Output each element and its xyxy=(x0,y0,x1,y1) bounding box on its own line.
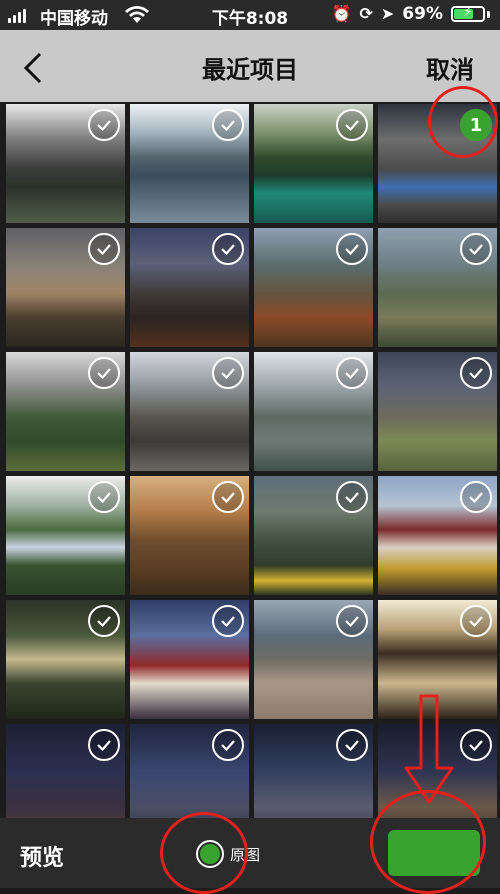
select-checkbox[interactable] xyxy=(336,481,368,513)
photo-tile[interactable] xyxy=(254,104,373,223)
photo-tile[interactable]: 1 xyxy=(378,104,497,223)
select-checkbox[interactable] xyxy=(212,481,244,513)
checkmark-icon xyxy=(221,244,235,256)
select-checkbox[interactable] xyxy=(88,357,120,389)
location-icon: ➤ xyxy=(380,4,395,23)
original-image-toggle[interactable]: 原图 xyxy=(196,840,260,868)
photo-tile[interactable] xyxy=(254,600,373,719)
checkmark-icon xyxy=(345,368,359,380)
checkmark-icon xyxy=(469,368,483,380)
photo-tile[interactable] xyxy=(254,228,373,347)
select-checkbox[interactable] xyxy=(212,605,244,637)
original-image-label: 原图 xyxy=(230,845,261,864)
photo-tile[interactable] xyxy=(254,352,373,471)
select-checkbox[interactable] xyxy=(88,729,120,761)
checkmark-icon xyxy=(221,740,235,752)
select-checkbox[interactable] xyxy=(460,605,492,637)
select-checkbox[interactable] xyxy=(460,357,492,389)
alarm-icon: ⏰ xyxy=(331,4,352,23)
battery-percent: 69% xyxy=(402,4,443,24)
select-checkbox[interactable] xyxy=(336,233,368,265)
select-checkbox[interactable] xyxy=(212,233,244,265)
select-checkbox[interactable] xyxy=(460,233,492,265)
checkmark-icon xyxy=(221,120,235,132)
charging-icon: ⚡ xyxy=(463,5,473,20)
status-bar: 中国移动 下午8:08 ⏰ ⟳ ➤ 69% ⚡ xyxy=(0,0,500,30)
photo-tile[interactable] xyxy=(6,352,125,471)
checkmark-icon xyxy=(221,616,235,628)
photo-tile[interactable] xyxy=(130,600,249,719)
checkmark-icon xyxy=(345,120,359,132)
photo-tile[interactable] xyxy=(130,104,249,223)
select-checkbox[interactable] xyxy=(88,109,120,141)
cancel-button[interactable]: 取消 xyxy=(426,50,474,85)
battery-cap xyxy=(487,10,490,18)
photo-grid: 1 xyxy=(0,104,500,818)
checkmark-icon xyxy=(97,492,111,504)
photo-tile[interactable] xyxy=(378,352,497,471)
select-checkbox[interactable] xyxy=(336,357,368,389)
select-checkbox[interactable] xyxy=(336,729,368,761)
checkmark-icon xyxy=(469,244,483,256)
send-button[interactable] xyxy=(388,830,480,876)
photo-tile[interactable] xyxy=(254,724,373,818)
photo-tile[interactable] xyxy=(378,724,497,818)
checkmark-icon xyxy=(97,740,111,752)
select-checkbox[interactable] xyxy=(88,481,120,513)
photo-tile[interactable] xyxy=(378,228,497,347)
photo-tile[interactable] xyxy=(130,724,249,818)
select-checkbox[interactable] xyxy=(88,605,120,637)
checkmark-icon xyxy=(469,740,483,752)
checkmark-icon xyxy=(97,616,111,628)
orientation-lock-icon: ⟳ xyxy=(359,4,373,23)
radio-button[interactable] xyxy=(196,840,224,868)
photo-tile[interactable] xyxy=(6,724,125,818)
select-checkbox[interactable] xyxy=(336,605,368,637)
checkmark-icon xyxy=(97,120,111,132)
checkmark-icon xyxy=(345,616,359,628)
checkmark-icon xyxy=(97,244,111,256)
select-checkbox[interactable] xyxy=(212,357,244,389)
selection-badge[interactable]: 1 xyxy=(460,109,492,141)
checkmark-icon xyxy=(345,492,359,504)
checkmark-icon xyxy=(221,368,235,380)
select-checkbox[interactable] xyxy=(212,109,244,141)
nav-bar: 最近项目 取消 xyxy=(0,30,500,102)
checkmark-icon xyxy=(221,492,235,504)
checkmark-icon xyxy=(469,616,483,628)
bottom-toolbar: 预览 原图 xyxy=(0,818,500,888)
page-title: 最近项目 xyxy=(202,56,298,84)
photo-tile[interactable] xyxy=(6,476,125,595)
select-checkbox[interactable] xyxy=(212,729,244,761)
photo-tile[interactable] xyxy=(378,600,497,719)
photo-tile[interactable] xyxy=(378,476,497,595)
checkmark-icon xyxy=(345,244,359,256)
select-checkbox[interactable] xyxy=(88,233,120,265)
photo-tile[interactable] xyxy=(130,476,249,595)
preview-button[interactable]: 预览 xyxy=(20,840,64,872)
select-checkbox[interactable] xyxy=(336,109,368,141)
select-checkbox[interactable] xyxy=(460,729,492,761)
checkmark-icon xyxy=(469,492,483,504)
checkmark-icon xyxy=(345,740,359,752)
photo-tile[interactable] xyxy=(130,228,249,347)
radio-selected-dot xyxy=(200,844,220,864)
photo-tile[interactable] xyxy=(6,600,125,719)
select-checkbox[interactable] xyxy=(460,481,492,513)
photo-tile[interactable] xyxy=(6,104,125,223)
checkmark-icon xyxy=(97,368,111,380)
photo-tile[interactable] xyxy=(6,228,125,347)
battery-icon: ⚡ xyxy=(451,5,485,22)
photo-tile[interactable] xyxy=(130,352,249,471)
photo-tile[interactable] xyxy=(254,476,373,595)
